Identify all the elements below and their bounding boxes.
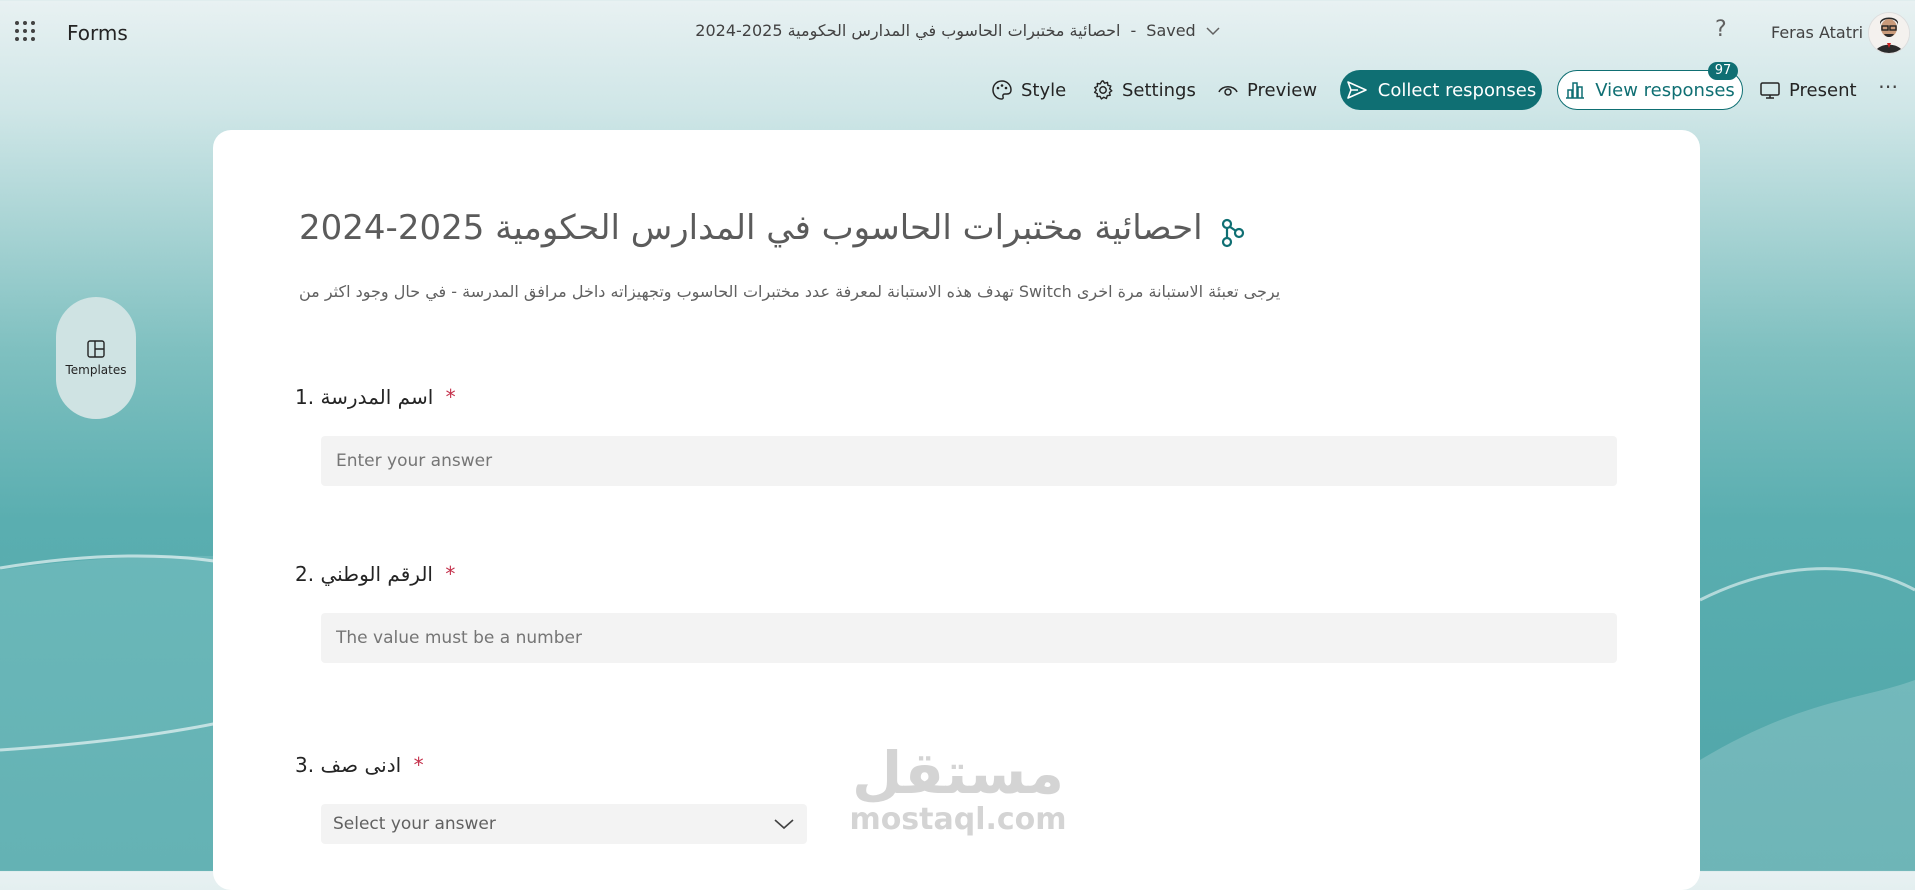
style-button[interactable]: Style	[991, 68, 1066, 112]
chevron-down-icon[interactable]	[1206, 21, 1220, 40]
settings-button[interactable]: Settings	[1092, 68, 1196, 112]
school-name-input[interactable]	[321, 436, 1617, 486]
lowest-grade-dropdown[interactable]: Select your answer	[321, 804, 807, 844]
question-label: ادنى صف	[320, 753, 402, 777]
help-icon[interactable]: ?	[1715, 17, 1727, 42]
present-label: Present	[1789, 79, 1857, 101]
dropdown-placeholder: Select your answer	[333, 814, 496, 834]
required-marker: *	[445, 562, 456, 586]
branching-icon[interactable]	[1220, 218, 1246, 248]
more-options-icon[interactable]: ⋯	[1878, 74, 1899, 98]
question-2-title[interactable]: 2. الرقم الوطني *	[295, 562, 455, 586]
watermark-latin: mostaql.com	[849, 802, 1067, 837]
preview-label: Preview	[1247, 79, 1318, 101]
present-button[interactable]: Present	[1759, 68, 1857, 112]
document-title-bar[interactable]: احصائية مختبرات الحاسوب في المدارس الحكو…	[0, 21, 1915, 40]
required-marker: *	[445, 385, 456, 409]
monitor-icon	[1760, 82, 1780, 99]
watermark-arabic: مستقل	[851, 739, 1065, 807]
bar-chart-icon	[1566, 82, 1585, 99]
save-status: Saved	[1146, 21, 1196, 40]
top-bar: Forms احصائية مختبرات الحاسوب في المدارس…	[0, 0, 1915, 64]
question-number: 1.	[295, 385, 315, 409]
settings-label: Settings	[1122, 79, 1196, 101]
style-label: Style	[1021, 79, 1067, 101]
eye-icon	[1218, 86, 1238, 96]
form-description[interactable]: يرجى تعبئة الاستبانة مرة اخرى Switch تهد…	[299, 282, 1319, 301]
required-marker: *	[413, 753, 424, 777]
question-label: اسم المدرسة	[320, 385, 434, 409]
question-number: 2.	[295, 562, 315, 586]
question-number: 3.	[295, 753, 315, 777]
templates-label: Templates	[65, 363, 127, 377]
templates-button[interactable]: Templates	[56, 297, 136, 419]
watermark: مستقل mostaql.com	[843, 742, 1073, 836]
palette-icon	[992, 80, 1012, 100]
send-icon	[1346, 81, 1367, 99]
document-title[interactable]: احصائية مختبرات الحاسوب في المدارس الحكو…	[695, 21, 1120, 40]
form-toolbar: Style Settings Preview Collect responses…	[0, 62, 1915, 114]
title-separator: -	[1130, 21, 1137, 40]
question-label: الرقم الوطني	[320, 562, 433, 586]
question-1-title[interactable]: 1. اسم المدرسة *	[295, 385, 456, 409]
preview-button[interactable]: Preview	[1217, 68, 1317, 112]
user-name[interactable]: Feras Atatri	[1771, 23, 1863, 42]
chevron-down-icon	[774, 819, 794, 830]
avatar[interactable]	[1868, 12, 1910, 54]
question-3-title[interactable]: 3. ادنى صف *	[295, 753, 424, 777]
collect-responses-label: Collect responses	[1377, 79, 1537, 101]
view-responses-label: View responses	[1595, 79, 1735, 101]
responses-count-badge: 97	[1708, 62, 1738, 80]
gear-icon	[1093, 80, 1113, 100]
national-id-input[interactable]	[321, 613, 1617, 663]
collect-responses-button[interactable]: Collect responses	[1340, 70, 1542, 110]
layout-icon	[87, 340, 105, 358]
form-title[interactable]: احصائية مختبرات الحاسوب في المدارس الحكو…	[299, 208, 1499, 248]
